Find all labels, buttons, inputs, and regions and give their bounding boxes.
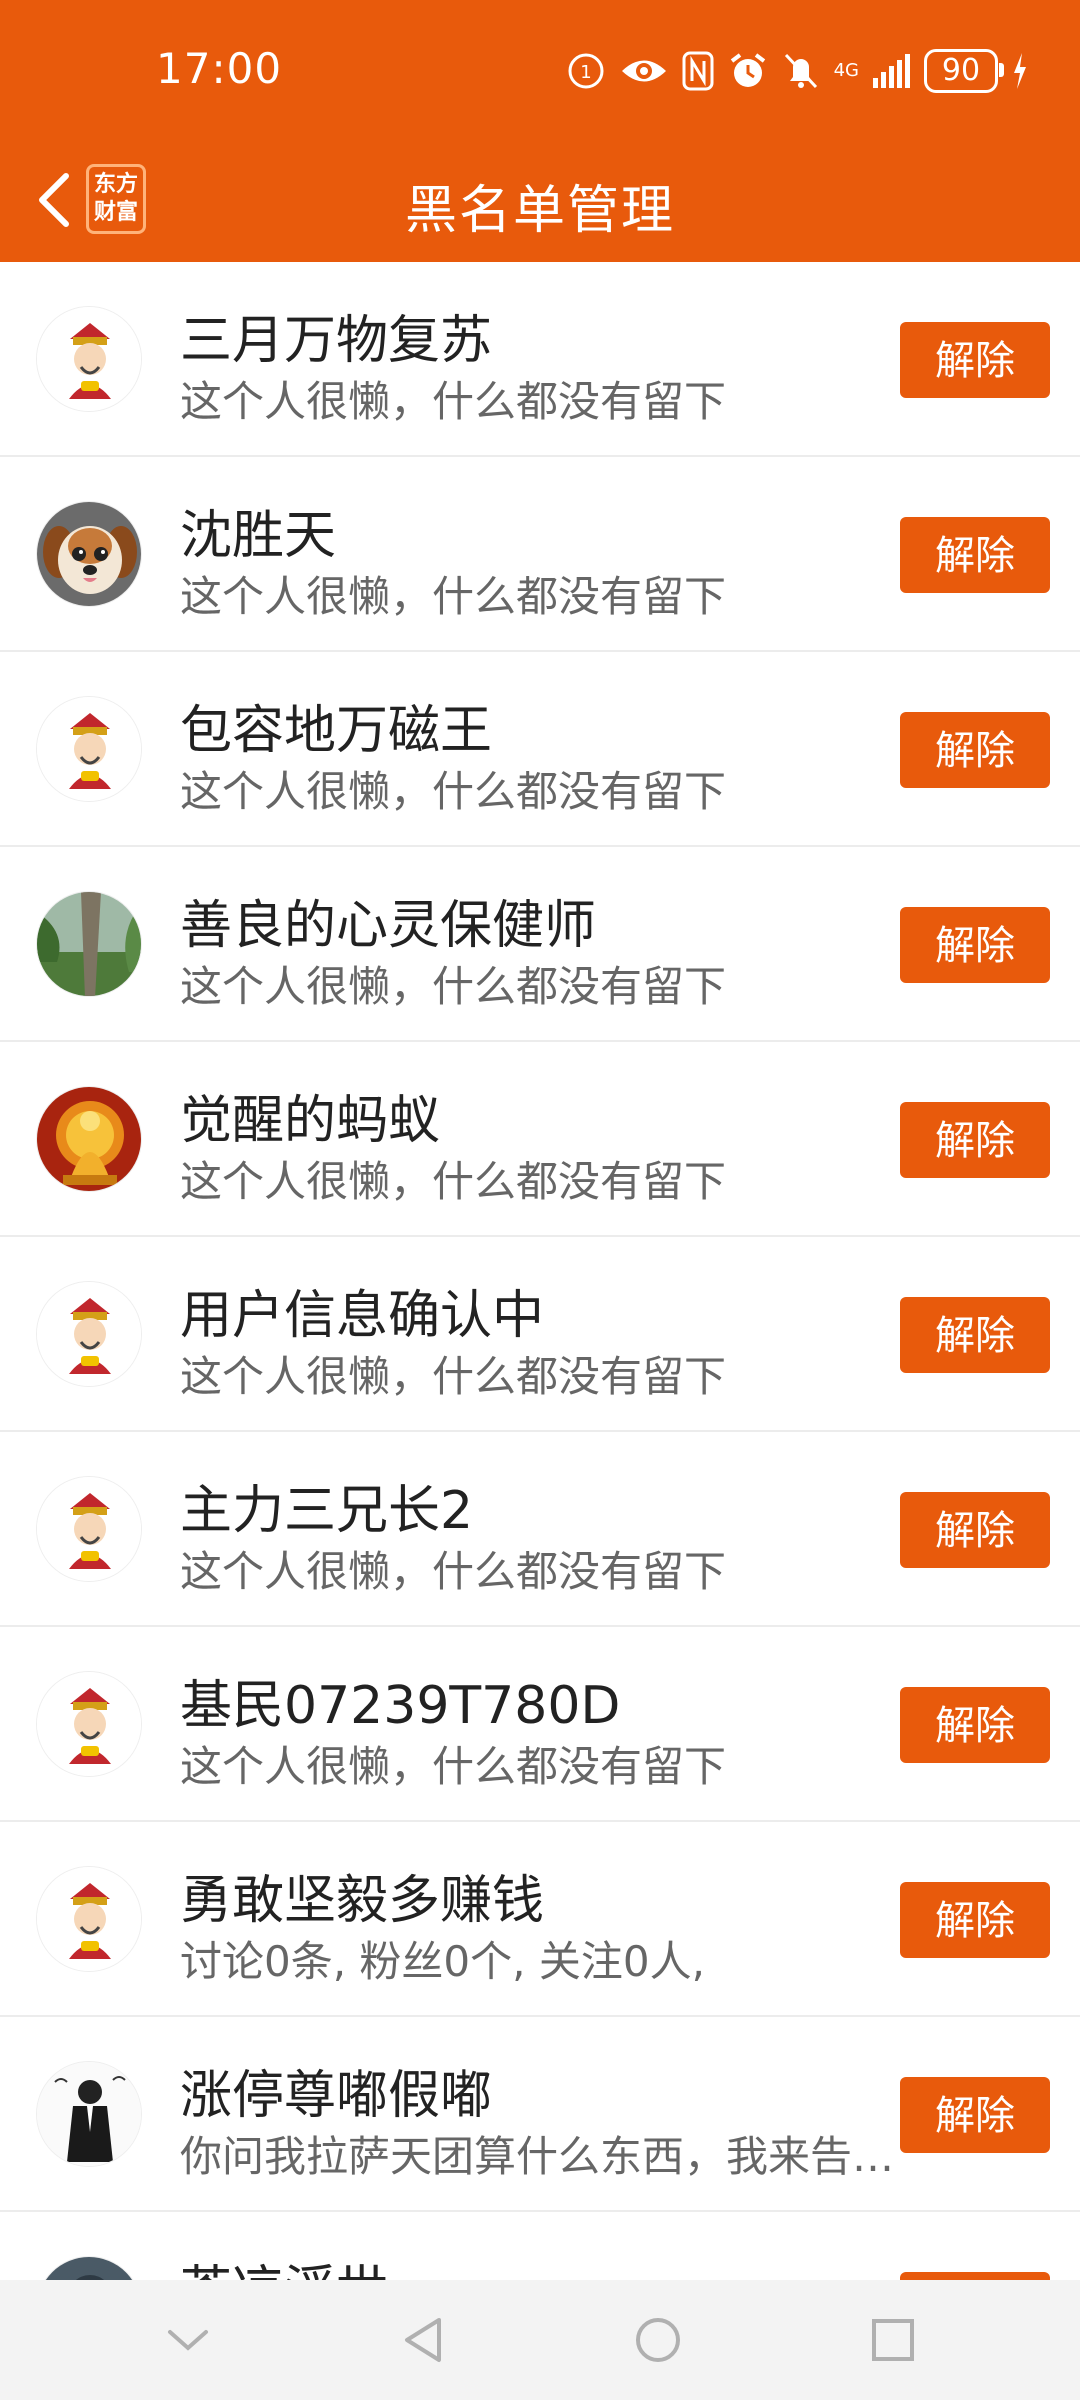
user-name: 三月万物复苏 <box>180 311 493 371</box>
remove-button[interactable]: 解除 <box>900 1687 1050 1763</box>
avatar[interactable] <box>36 306 142 412</box>
chevron-down-icon <box>167 2330 208 2351</box>
user-description: 这个人很懒，什么都没有留下 <box>180 962 727 1011</box>
user-name: 涨停尊嘟假嘟 <box>180 2066 493 2126</box>
avatar[interactable] <box>36 891 142 997</box>
avatar[interactable] <box>36 1671 142 1777</box>
list-item: 主力三兄长2 这个人很懒，什么都没有留下 解除 <box>0 1432 1080 1627</box>
nav-bar: 东方 财富 黑名单管理 <box>0 140 1080 262</box>
alarm-icon <box>728 48 768 94</box>
recents-nav-button[interactable] <box>863 2310 923 2370</box>
status-icons: 1 4G 90 <box>566 46 1028 96</box>
remove-button[interactable]: 解除 <box>900 1492 1050 1568</box>
network-type: 4G <box>833 60 859 81</box>
avatar[interactable] <box>36 1086 142 1192</box>
list-item: 觉醒的蚂蚁 这个人很懒，什么都没有留下 解除 <box>0 1042 1080 1237</box>
list-item: 三月万物复苏 这个人很懒，什么都没有留下 解除 <box>0 262 1080 457</box>
list-item: 勇敢坚毅多赚钱 讨论0条, 粉丝0个, 关注0人, 解除 <box>0 1822 1080 2017</box>
user-name: 用户信息确认中 <box>180 1286 545 1346</box>
avatar[interactable] <box>36 1866 142 1972</box>
top-bar: 17:00 1 4G 90 东方 财富 黑名单管理 <box>0 0 1080 262</box>
hd-call-icon: 1 <box>566 48 606 94</box>
avatar[interactable] <box>36 501 142 607</box>
list-item: 包容地万磁王 这个人很懒，什么都没有留下 解除 <box>0 652 1080 847</box>
list-item: 用户信息确认中 这个人很懒，什么都没有留下 解除 <box>0 1237 1080 1432</box>
remove-button[interactable]: 解除 <box>900 907 1050 983</box>
signal-icon <box>873 48 910 94</box>
triangle-back-icon <box>404 2318 441 2362</box>
nfc-icon <box>682 48 714 94</box>
eye-icon <box>620 48 668 94</box>
user-name: 基民07239T780D <box>180 1676 621 1736</box>
remove-button[interactable]: 解除 <box>900 1297 1050 1373</box>
back-nav-button[interactable] <box>393 2310 453 2370</box>
svg-text:1: 1 <box>580 62 591 83</box>
user-description: 这个人很懒，什么都没有留下 <box>180 1352 727 1401</box>
avatar[interactable] <box>36 1281 142 1387</box>
user-description: 这个人很懒，什么都没有留下 <box>180 572 727 621</box>
battery-indicator: 90 <box>924 49 1004 93</box>
system-nav-bar <box>0 2280 1080 2400</box>
list-item: 善良的心灵保健师 这个人很懒，什么都没有留下 解除 <box>0 847 1080 1042</box>
remove-button[interactable]: 解除 <box>900 712 1050 788</box>
remove-button[interactable]: 解除 <box>900 322 1050 398</box>
list-item: 沈胜天 这个人很懒，什么都没有留下 解除 <box>0 457 1080 652</box>
list-item: 涨停尊嘟假嘟 你问我拉萨天团算什么东西，我来告诉你 解除 <box>0 2017 1080 2212</box>
avatar[interactable] <box>36 2061 142 2167</box>
user-name: 主力三兄长2 <box>180 1481 474 1541</box>
status-time: 17:00 <box>156 44 283 93</box>
user-description: 这个人很懒，什么都没有留下 <box>180 1547 727 1596</box>
user-name: 觉醒的蚂蚁 <box>180 1091 441 1151</box>
charging-icon <box>1012 48 1028 94</box>
user-description: 这个人很懒，什么都没有留下 <box>180 1742 727 1791</box>
avatar[interactable] <box>36 1476 142 1582</box>
avatar[interactable] <box>36 696 142 802</box>
remove-button[interactable]: 解除 <box>900 517 1050 593</box>
remove-button[interactable]: 解除 <box>900 1882 1050 1958</box>
blacklist-list: 三月万物复苏 这个人很懒，什么都没有留下 解除 沈胜天 这个人很懒，什么都没有留… <box>0 262 1080 2302</box>
user-description: 这个人很懒，什么都没有留下 <box>180 767 727 816</box>
user-description: 这个人很懒，什么都没有留下 <box>180 1157 727 1206</box>
user-description: 你问我拉萨天团算什么东西，我来告诉你 <box>180 2132 900 2181</box>
square-recents-icon <box>871 2319 914 2361</box>
mute-bell-icon <box>782 48 820 94</box>
list-item: 基民07239T780D 这个人很懒，什么都没有留下 解除 <box>0 1627 1080 1822</box>
user-name: 勇敢坚毅多赚钱 <box>180 1871 545 1931</box>
user-name: 善良的心灵保健师 <box>180 896 597 956</box>
collapse-button[interactable] <box>158 2310 218 2370</box>
user-name: 沈胜天 <box>180 506 337 566</box>
circle-home-icon <box>635 2318 680 2362</box>
remove-button[interactable]: 解除 <box>900 2077 1050 2153</box>
home-nav-button[interactable] <box>628 2310 688 2370</box>
page-title: 黑名单管理 <box>404 181 675 241</box>
status-bar: 17:00 1 4G 90 <box>0 0 1080 140</box>
user-description: 讨论0条, 粉丝0个, 关注0人, <box>180 1937 705 1986</box>
user-description: 这个人很懒，什么都没有留下 <box>180 377 727 426</box>
remove-button[interactable]: 解除 <box>900 1102 1050 1178</box>
user-name: 包容地万磁王 <box>180 701 493 761</box>
